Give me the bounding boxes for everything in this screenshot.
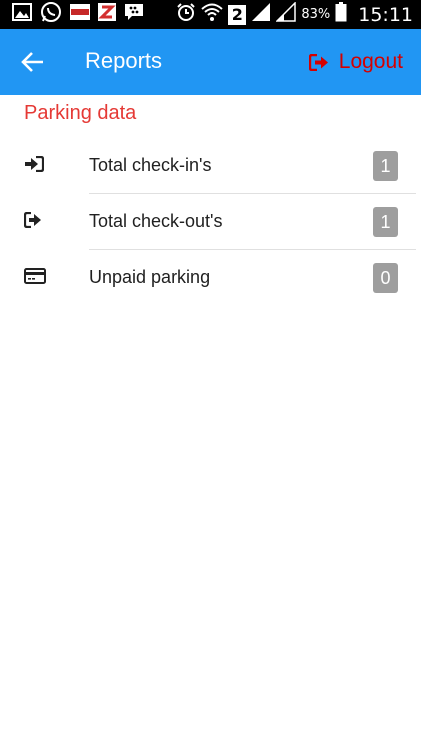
report-row-unpaid-parking[interactable]: Unpaid parking 0 [0,250,421,306]
sign-out-icon [308,53,328,71]
notification-icons [12,1,144,28]
logout-button[interactable]: Logout [308,48,403,76]
alarm-icon [176,2,196,27]
credit-card-icon [24,268,46,286]
blackberry-messenger-icon [124,3,144,26]
punch-news-icon [70,4,90,25]
arrow-left-icon [21,52,43,72]
sign-out-icon [23,211,46,230]
clock: 15:11 [358,3,413,26]
report-list: Total check-in's 1 Total check-out's 1 U… [0,138,421,306]
zenith-icon [98,3,116,26]
report-row-check-outs[interactable]: Total check-out's 1 [0,194,421,250]
signal-icon [251,2,271,27]
logout-label: Logout [338,50,403,73]
count-badge: 0 [373,263,398,293]
battery-icon [335,2,347,27]
gallery-icon [12,3,32,26]
page-title: Reports [85,48,163,73]
whatsapp-icon [40,1,62,28]
battery-percent: 83% [301,7,331,22]
report-label: Unpaid parking [89,267,211,287]
section-title: Parking data [24,102,137,124]
report-row-check-ins[interactable]: Total check-in's 1 [0,138,421,194]
report-label: Total check-out's [89,211,223,231]
back-button[interactable] [14,47,48,77]
report-label: Total check-in's [89,155,212,175]
signal-secondary-icon [275,1,297,27]
wifi-icon [201,3,223,26]
app-bar: Reports Logout [0,29,421,95]
sim-slot-badge: 2 [228,4,247,25]
count-badge: 1 [373,151,398,181]
sign-in-icon [24,155,46,174]
status-bar: 2 83% 15:11 [0,0,421,29]
system-icons: 2 83% 15:11 [176,1,413,27]
count-badge: 1 [373,207,398,237]
